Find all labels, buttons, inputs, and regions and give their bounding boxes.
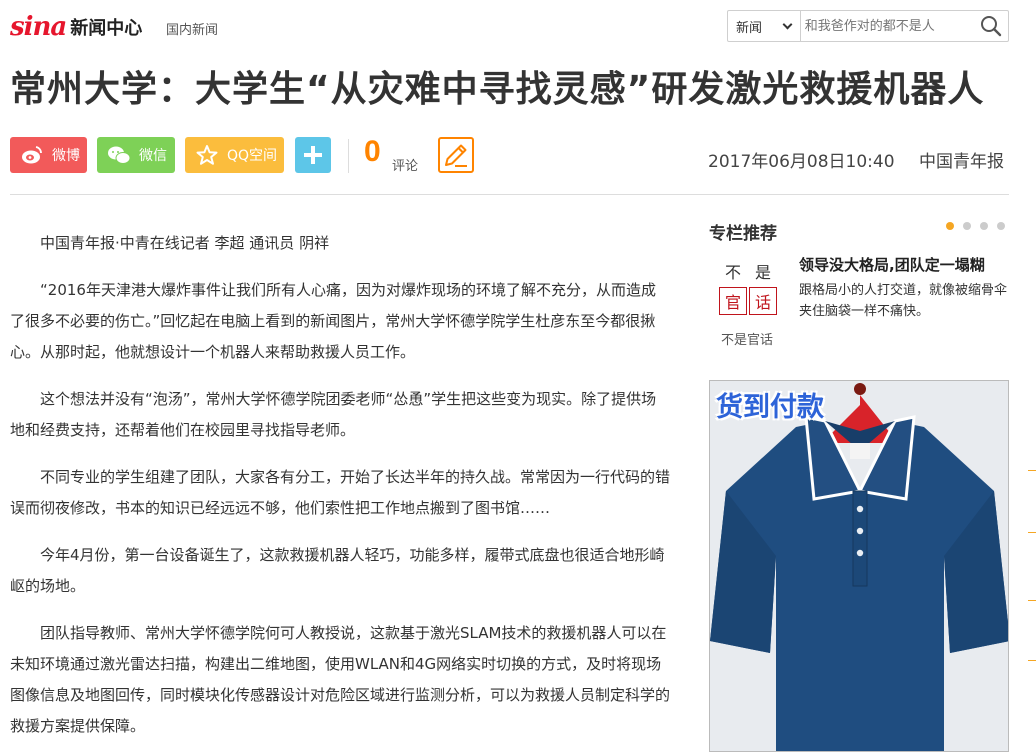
article-paragraph: 团队指导教师、常州大学怀德学院何可人教授说，这款基于激光SLAM技术的救援机器人…	[10, 624, 671, 735]
share-wechat-button[interactable]: 微信	[97, 137, 175, 173]
plus-icon	[304, 146, 322, 164]
carousel-dot[interactable]	[946, 222, 954, 230]
column-article-desc: 跟格局小的人打交道，就像被缩骨伞夹住脑袋一样不痛快。	[799, 283, 1008, 319]
carousel-dot[interactable]	[997, 222, 1005, 230]
share-weibo-label: 微博	[52, 148, 80, 164]
search-button[interactable]	[975, 11, 1008, 41]
write-comment-button[interactable]	[438, 137, 474, 173]
column-thumbnail[interactable]: 不 是 官 话	[719, 257, 777, 315]
top-bar: sina 新闻中心 国内新闻 新闻	[0, 0, 1036, 56]
share-qzone-button[interactable]: QQ空间	[185, 137, 284, 173]
carousel-dot[interactable]	[963, 222, 971, 230]
share-weibo-button[interactable]: 微博	[10, 137, 87, 173]
share-divider	[348, 139, 349, 173]
search-category-label: 新闻	[736, 20, 763, 36]
share-more-button[interactable]	[295, 137, 331, 173]
header-divider	[10, 194, 1009, 195]
logo-text: 新闻中心	[70, 18, 143, 39]
search-box: 新闻	[727, 10, 1009, 42]
article-body: 中国青年报·中青在线记者 李超 通讯员 阴祥 “2016年天津港大爆炸事件让我们…	[10, 228, 670, 752]
page-edge-markers	[1028, 470, 1036, 670]
thumb-char: 话	[749, 287, 777, 315]
share-wechat-label: 微信	[139, 148, 167, 164]
article-paragraph: 这个想法并没有“泡汤”，常州大学怀德学院团委老师“怂恿”学生把这些变为现实。除了…	[10, 390, 657, 439]
search-icon	[981, 16, 1002, 37]
article-byline: 中国青年报·中青在线记者 李超 通讯员 阴祥	[40, 234, 330, 252]
column-article-title[interactable]: 领导没大格局,团队定一塌糊	[799, 254, 985, 275]
comment-count[interactable]: 0	[364, 135, 381, 169]
ad-banner[interactable]: 货到付款	[709, 380, 1009, 752]
column-caption[interactable]: 不是官话	[721, 329, 773, 348]
comment-label[interactable]: 评论	[392, 155, 418, 174]
chevron-down-icon	[782, 19, 793, 30]
ad-label: 货到付款	[716, 392, 824, 423]
share-bar: 微博 微信 QQ空间 0 评论 2017年06月08日10:40 中国青年报	[10, 135, 1010, 175]
article-paragraph: “2016年天津港大爆炸事件让我们所有人心痛，因为对爆炸现场的环境了解不充分，从…	[10, 281, 656, 361]
logo-brand: sina	[10, 12, 67, 42]
star-icon	[195, 143, 219, 167]
sina-logo[interactable]: sina 新闻中心	[10, 10, 142, 44]
search-category-select[interactable]: 新闻	[728, 11, 801, 41]
carousel-dot[interactable]	[980, 222, 988, 230]
sidebar-title: 专栏推荐	[709, 224, 777, 244]
article-paragraph: 今年4月份，第一台设备诞生了，这款救援机器人轻巧，功能多样，履带式底盘也很适合地…	[10, 546, 665, 595]
article-paragraph: 不同专业的学生组建了团队，大家各有分工，开始了长达半年的持久战。常常因为一行代码…	[10, 468, 671, 517]
thumb-char: 官	[719, 287, 747, 315]
thumb-char: 是	[754, 263, 771, 282]
publish-date: 2017年06月08日10:40	[708, 152, 895, 172]
pencil-icon	[445, 144, 467, 167]
polo-shirt-image	[710, 383, 1008, 751]
thumb-char: 不	[724, 263, 741, 282]
search-input[interactable]	[800, 11, 975, 41]
channel-link[interactable]: 国内新闻	[166, 19, 218, 38]
article-source[interactable]: 中国青年报	[919, 147, 1004, 172]
carousel-dots	[946, 222, 1005, 230]
article-title: 常州大学：大学生“从灾难中寻找灵感”研发激光救援机器人	[10, 69, 985, 110]
wechat-icon	[107, 143, 131, 167]
weibo-icon	[20, 143, 44, 167]
share-qzone-label: QQ空间	[227, 148, 278, 164]
